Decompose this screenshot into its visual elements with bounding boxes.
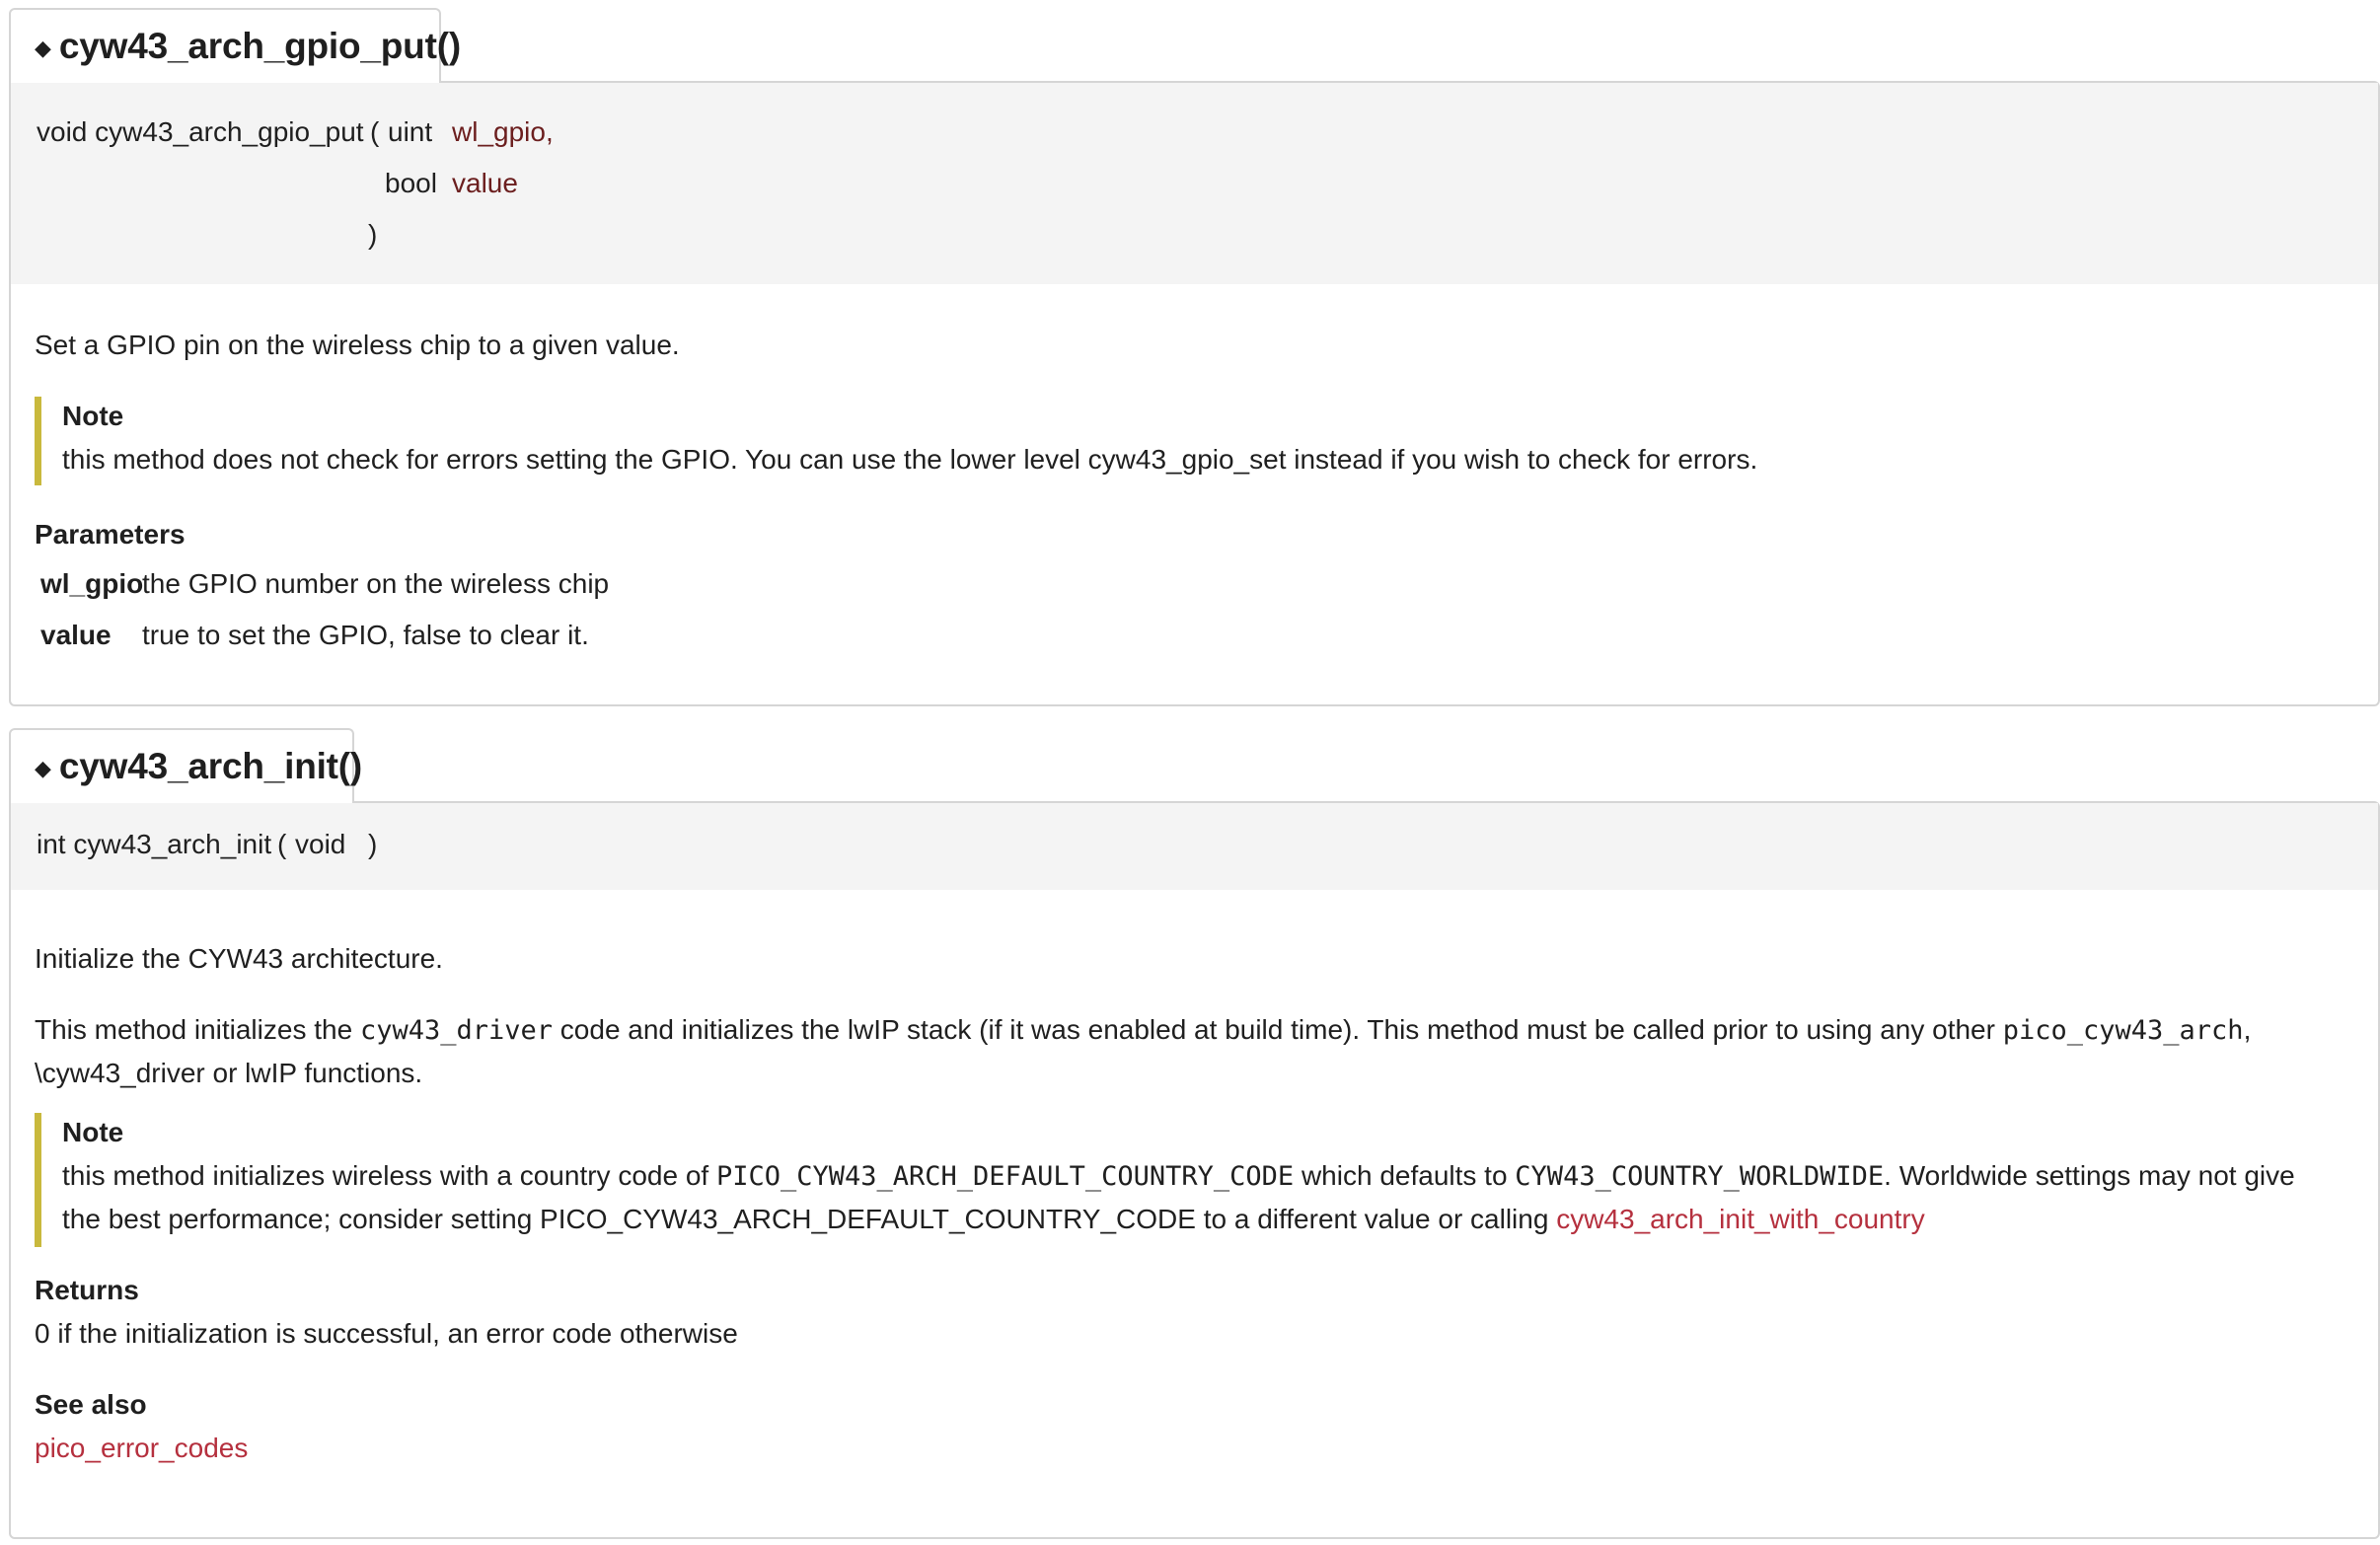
proto-param-type: bool (385, 168, 437, 198)
code-pico-cyw43-arch: pico_cyw43_arch (2002, 1015, 2244, 1046)
note-text: this method initializes wireless with a … (62, 1160, 716, 1191)
param-name: wl_gpio (40, 568, 144, 599)
proto-open-paren: ( (370, 116, 380, 147)
returns-title: Returns (35, 1275, 139, 1305)
proto-param-type: void (295, 829, 346, 859)
diamond-bullet-icon: ◆ (35, 36, 51, 60)
proto-return-name: void cyw43_arch_gpio_put (37, 116, 364, 147)
note-title: Note (62, 401, 124, 431)
param-desc: true to set the GPIO, false to clear it. (142, 620, 589, 650)
member-title-tab: ◆ cyw43_arch_init() (9, 728, 362, 803)
code-cyw43-driver: cyw43_driver (359, 1015, 554, 1046)
proto-param-name: value (452, 168, 518, 198)
proto-param-name: wl_gpio, (452, 116, 554, 147)
proto-open-paren: ( (277, 829, 287, 859)
diamond-bullet-icon: ◆ (35, 756, 51, 780)
detailed-description-line2: \cyw43_driver or lwIP functions. (35, 1058, 423, 1088)
member-title-tab: ◆ cyw43_arch_gpio_put() (9, 8, 461, 83)
member-title: cyw43_arch_init() (58, 746, 363, 786)
note-title: Note (62, 1117, 124, 1147)
returns-text: 0 if the initialization is successful, a… (35, 1318, 738, 1349)
note-text-line1: this method initializes wireless with a … (62, 1160, 2295, 1192)
desc-text: This method initializes the (35, 1014, 360, 1045)
param-desc: the GPIO number on the wireless chip (142, 568, 610, 599)
see-also-title: See also (35, 1389, 147, 1420)
param-name: value (40, 620, 112, 650)
note-text: this method does not check for errors se… (62, 444, 1758, 475)
desc-text: , (2243, 1014, 2252, 1045)
proto-return-name: int cyw43_arch_init (37, 829, 272, 859)
brief-description: Initialize the CYW43 architecture. (35, 943, 443, 974)
desc-text: code and initializes the lwIP stack (if … (553, 1014, 2003, 1045)
link-cyw43-arch-init-with-country[interactable]: cyw43_arch_init_with_country (1556, 1204, 1925, 1234)
note-text: the best performance; consider setting P… (62, 1204, 1557, 1234)
proto-close-paren: ) (368, 219, 378, 250)
proto-param-type: uint (388, 116, 433, 147)
member-title: cyw43_arch_gpio_put() (58, 26, 461, 66)
note-bar (35, 397, 41, 485)
note-bar (35, 1113, 41, 1247)
note-text: which defaults to (1294, 1160, 1516, 1191)
note-text: . Worldwide settings may not give (1884, 1160, 2295, 1191)
note-text-line2: the best performance; consider setting P… (62, 1204, 1925, 1235)
member-box: int cyw43_arch_init ( void ) Initialize … (9, 801, 2380, 1539)
member-box: void cyw43_arch_gpio_put ( uint wl_gpio,… (9, 81, 2380, 706)
link-pico-error-codes[interactable]: pico_error_codes (35, 1433, 248, 1464)
proto-close-paren: ) (368, 829, 378, 859)
code-country-worldwide: CYW43_COUNTRY_WORLDWIDE (1515, 1161, 1885, 1192)
brief-description: Set a GPIO pin on the wireless chip to a… (35, 330, 680, 360)
code-default-country-code: PICO_CYW43_ARCH_DEFAULT_COUNTRY_CODE (715, 1161, 1295, 1192)
function-prototype: void cyw43_arch_gpio_put ( uint wl_gpio,… (11, 83, 2378, 284)
detailed-description: This method initializes the cyw43_driver… (35, 1014, 2251, 1046)
function-prototype: int cyw43_arch_init ( void ) (11, 803, 2378, 890)
parameters-title: Parameters (35, 519, 186, 550)
